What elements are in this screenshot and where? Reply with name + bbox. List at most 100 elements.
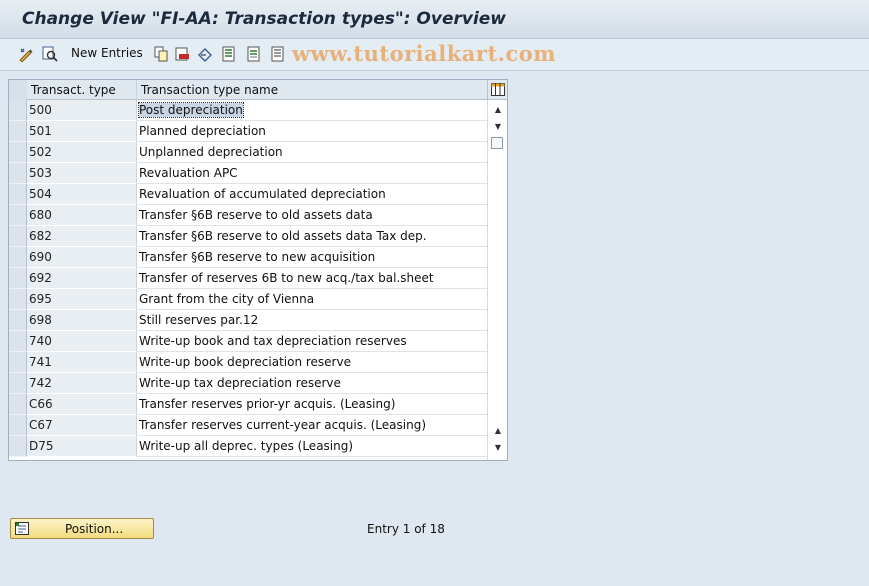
table-row[interactable]: 695 Grant from the city of Vienna [9,289,487,310]
row-selector[interactable] [9,310,27,331]
scroll-page-down-icon[interactable]: ▼ [493,443,503,453]
transaction-type-name-text: Grant from the city of Vienna [139,292,315,306]
transaction-type-name-cell[interactable]: Planned depreciation [137,121,487,142]
transact-type-cell[interactable]: 503 [27,163,137,184]
scroll-down-icon[interactable]: ▼ [493,122,503,132]
row-selector[interactable] [9,268,27,289]
table-row[interactable]: 698 Still reserves par.12 [9,310,487,331]
transact-type-cell[interactable]: 690 [27,247,137,268]
table-row[interactable]: 501 Planned depreciation [9,121,487,142]
table-row[interactable]: 740 Write-up book and tax depreciation re… [9,331,487,352]
application-toolbar: New Entries www.tutorialkart.com [0,39,869,71]
transaction-type-name-text: Transfer §6B reserve to new acquisition [139,250,376,264]
transaction-type-name-cell[interactable]: Transfer §6B reserve to old assets data [137,205,487,226]
table-row[interactable]: 741 Write-up book depreciation reserve [9,352,487,373]
table-row[interactable]: 504 Revaluation of accumulated depreciati… [9,184,487,205]
transact-type-cell[interactable]: 692 [27,268,137,289]
transact-type-cell[interactable]: 680 [27,205,137,226]
table-row[interactable]: 680 Transfer §6B reserve to old assets da… [9,205,487,226]
row-selector[interactable] [9,100,27,121]
entry-counter: Entry 1 of 18 [367,522,445,536]
transact-type-cell[interactable]: 682 [27,226,137,247]
transact-type-cell[interactable]: 742 [27,373,137,394]
transact-type-cell[interactable]: D75 [27,436,137,457]
transaction-type-name-cell[interactable]: Transfer reserves prior-yr acquis. (Leas… [137,394,487,415]
transaction-type-name-text: Still reserves par.12 [139,313,259,327]
row-selector[interactable] [9,415,27,436]
table-row[interactable]: D75 Write-up all deprec. types (Leasing) [9,436,487,457]
transact-type-cell[interactable]: 740 [27,331,137,352]
transaction-type-name-cell[interactable]: Transfer §6B reserve to new acquisition [137,247,487,268]
transaction-type-name-text: Planned depreciation [139,124,266,138]
select-all-icon[interactable] [221,46,237,62]
delete-icon[interactable] [174,46,190,62]
scrollbar-thumb[interactable] [491,137,503,149]
select-block-icon[interactable] [246,46,262,62]
transaction-type-name-cell[interactable]: Unplanned depreciation [137,142,487,163]
transact-type-cell[interactable]: 695 [27,289,137,310]
undo-icon[interactable] [197,46,213,62]
transaction-type-name-cell[interactable]: Revaluation APC [137,163,487,184]
transact-type-cell[interactable]: 502 [27,142,137,163]
row-selector[interactable] [9,394,27,415]
transaction-type-name-cell[interactable]: Write-up book and tax depreciation reser… [137,331,487,352]
row-selector[interactable] [9,205,27,226]
row-selector[interactable] [9,373,27,394]
row-selector[interactable] [9,436,27,457]
transaction-type-name-text: Post depreciation [138,102,244,118]
transact-type-cell[interactable]: C66 [27,394,137,415]
table-row[interactable]: 692 Transfer of reserves 6B to new acq./t… [9,268,487,289]
scroll-up-icon[interactable]: ▲ [493,105,503,115]
transaction-type-name-cell[interactable]: Write-up book depreciation reserve [137,352,487,373]
transaction-type-name-cell[interactable]: Write-up tax depreciation reserve [137,373,487,394]
transaction-type-name-cell[interactable]: Transfer §6B reserve to old assets data … [137,226,487,247]
transact-type-cell[interactable]: 504 [27,184,137,205]
position-button[interactable]: Position... [10,518,154,539]
transaction-type-name-cell[interactable]: Revaluation of accumulated depreciation [137,184,487,205]
row-selector[interactable] [9,247,27,268]
row-selector[interactable] [9,142,27,163]
table-row[interactable]: 682 Transfer §6B reserve to old assets da… [9,226,487,247]
transact-type-cell[interactable]: 698 [27,310,137,331]
table-row[interactable]: 690 Transfer §6B reserve to new acquisiti… [9,247,487,268]
transact-type-cell[interactable]: 500 [27,100,137,121]
select-all-rows-cell[interactable] [9,80,28,101]
row-selector[interactable] [9,226,27,247]
row-selector[interactable] [9,352,27,373]
copy-icon[interactable] [153,46,169,62]
row-selector[interactable] [9,331,27,352]
new-entries-button[interactable]: New Entries [71,46,143,60]
transaction-type-name-text: Transfer reserves current-year acquis. (… [139,418,427,432]
scroll-page-up-icon[interactable]: ▲ [493,426,503,436]
transact-type-cell[interactable]: C67 [27,415,137,436]
row-selector[interactable] [9,163,27,184]
row-selector[interactable] [9,289,27,310]
position-icon [15,522,29,535]
transaction-type-name-cell[interactable]: Transfer reserves current-year acquis. (… [137,415,487,436]
transaction-type-name-text: Transfer §6B reserve to old assets data [139,208,373,222]
table-row[interactable]: 503 Revaluation APC [9,163,487,184]
table-row[interactable]: 742 Write-up tax depreciation reserve [9,373,487,394]
display-change-icon[interactable] [18,46,34,62]
transaction-type-name-text: Write-up book depreciation reserve [139,355,351,369]
transaction-type-name-cell[interactable]: Still reserves par.12 [137,310,487,331]
row-selector[interactable] [9,184,27,205]
transaction-type-name-cell[interactable]: Transfer of reserves 6B to new acq./tax … [137,268,487,289]
transaction-type-name-cell[interactable]: Write-up all deprec. types (Leasing) [137,436,487,457]
column-header-transact-type[interactable]: Transact. type [27,80,137,100]
transaction-type-name-cell[interactable]: Grant from the city of Vienna [137,289,487,310]
table-row[interactable]: C66 Transfer reserves prior-yr acquis. (L… [9,394,487,415]
column-header-transaction-type-name[interactable]: Transaction type name [137,80,487,100]
transact-type-cell[interactable]: 501 [27,121,137,142]
transact-type-cell[interactable]: 741 [27,352,137,373]
table-row[interactable]: 502 Unplanned depreciation [9,142,487,163]
row-selector[interactable] [9,121,27,142]
deselect-all-icon[interactable] [270,46,286,62]
table-row[interactable]: 500 Post depreciation [9,100,487,121]
select-icon[interactable] [42,46,58,62]
table-row[interactable]: C67 Transfer reserves current-year acquis… [9,415,487,436]
table-settings-icon[interactable] [487,80,507,100]
transaction-types-table: Transact. type Transaction type name 500… [8,79,508,461]
transaction-type-name-cell[interactable]: Post depreciation [137,100,487,121]
vertical-scrollbar[interactable]: ▲ ▼ ▲ ▼ [487,100,507,460]
